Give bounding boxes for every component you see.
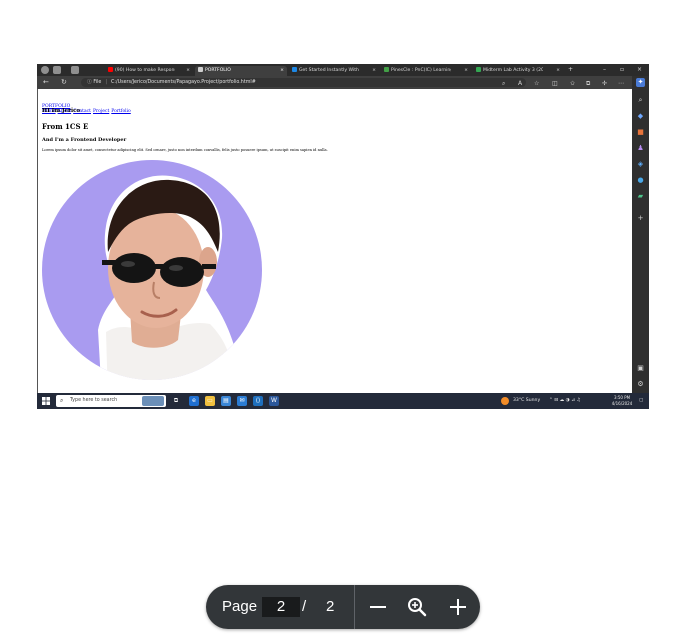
sidebar-layout-icon[interactable]: ▣	[636, 364, 645, 373]
tab-midterm[interactable]: Midterm Lab Activity 3 (20240)×	[473, 66, 563, 76]
browser-sidebar: ✦ ⌕ ◆ ■ ♟ ◈ ● ▰ + ▣ ⚙	[632, 76, 649, 393]
zoom-out-icon[interactable]	[366, 595, 390, 619]
mail-icon[interactable]: ✉	[237, 396, 247, 406]
designer-icon[interactable]: ▰	[636, 192, 645, 201]
url-field[interactable]: ⓘ File | C:/Users/Jerico/Documents/Papagay…	[81, 78, 526, 87]
windows-start-icon[interactable]	[42, 397, 50, 405]
back-icon[interactable]: ←	[43, 77, 49, 88]
settings-icon[interactable]: ⚙	[636, 380, 645, 389]
browser-screenshot: (90) How to make Responsive R× PORTFOLIO…	[37, 64, 649, 409]
pdf-page-toolbar: Page / 2	[206, 585, 480, 629]
vscode-icon[interactable]: ⟨⟩	[253, 396, 263, 406]
page-label: Page	[222, 598, 258, 615]
close-tab-icon[interactable]: ×	[280, 66, 284, 76]
file-explorer-icon[interactable]: ▭	[205, 396, 215, 406]
page-viewport: PORTFOLIO Home About Contact Project Portfol…	[37, 89, 632, 393]
profile-avatar	[42, 160, 262, 380]
tab-portfolio[interactable]: PORTFOLIO ×	[195, 66, 287, 76]
nav-link-project[interactable]: Project	[93, 109, 109, 114]
tab-strip: (90) How to make Responsive R× PORTFOLIO…	[37, 64, 649, 76]
weather-icon	[501, 397, 509, 405]
close-tab-icon[interactable]: ×	[556, 66, 560, 76]
profile-icon[interactable]	[41, 66, 49, 74]
page-icon	[198, 67, 203, 72]
tools-icon[interactable]: ■	[636, 128, 645, 137]
origin-heading: From 1CS E	[42, 122, 89, 131]
drive-icon	[476, 67, 481, 72]
youtube-icon	[108, 67, 113, 72]
close-tab-icon[interactable]: ×	[464, 66, 468, 76]
split-screen-icon[interactable]: ◫	[552, 79, 558, 88]
restore-icon[interactable]: ▫	[620, 64, 624, 76]
store-icon[interactable]: ▤	[221, 396, 231, 406]
site-icon	[292, 67, 297, 72]
nav-link-portfolio[interactable]: Portfolio	[111, 109, 130, 114]
close-tab-icon[interactable]: ×	[186, 66, 190, 76]
system-tray-icons[interactable]: ⌃ ⊟ ☁ ◑ ⊿ ♫	[549, 393, 581, 409]
more-menu-icon[interactable]: ⋯	[618, 79, 624, 88]
total-pages: 2	[326, 598, 335, 615]
tab-get-started[interactable]: Get Started Instantly With 1,000×	[289, 66, 379, 76]
notifications-icon[interactable]: ▢	[639, 393, 643, 409]
toolbar-divider	[354, 585, 355, 629]
search-highlight-icon	[142, 396, 164, 406]
school-icon	[384, 67, 389, 72]
read-aloud-icon[interactable]: A	[518, 79, 522, 88]
office-icon[interactable]: ◈	[636, 160, 645, 169]
games-icon[interactable]: ♟	[636, 144, 645, 153]
taskbar-search-box[interactable]: ⌕ Type here to search	[56, 395, 166, 407]
page-number-input[interactable]	[262, 597, 300, 617]
search-icon[interactable]: ⌕	[636, 96, 645, 105]
close-window-icon[interactable]: ×	[637, 64, 642, 76]
windows-taskbar: ⌕ Type here to search ⧉ e ▭ ▤ ✉ ⟨⟩ W 33°…	[37, 393, 649, 409]
tab-youtube[interactable]: (90) How to make Responsive R×	[105, 66, 193, 76]
favorite-star-icon[interactable]: ☆	[534, 79, 539, 88]
edge-taskbar-icon[interactable]: e	[189, 396, 199, 406]
collections-icon[interactable]	[53, 66, 61, 74]
collections-toolbar-icon[interactable]: ⧉	[586, 79, 590, 88]
info-icon: ⓘ	[87, 80, 92, 85]
minimize-icon[interactable]: –	[603, 64, 606, 76]
refresh-icon[interactable]: ↻	[61, 77, 67, 88]
role-heading: And I'm a Frontend Developer	[42, 137, 127, 143]
page-separator: /	[302, 598, 307, 615]
extensions-icon[interactable]: ✢	[602, 79, 607, 88]
url-text: C:/Users/Jerico/Documents/Papagayo.Proje…	[111, 80, 256, 85]
bio-paragraph: Lorem ipsum dolor sit amet, consectetur …	[42, 148, 328, 152]
tab-actions-icon[interactable]	[71, 66, 79, 74]
favorites-icon[interactable]: ✩	[570, 79, 575, 88]
weather-text[interactable]: 33°C Sunny	[513, 393, 540, 409]
greeting-heading: HI Im Jerico	[42, 108, 81, 114]
zoom-in-icon[interactable]	[446, 595, 470, 619]
task-view-icon[interactable]: ⧉	[171, 396, 181, 406]
taskbar-clock[interactable]: 3:50 PM 4/16/2024	[607, 395, 637, 407]
search-icon: ⌕	[60, 397, 64, 404]
add-sidebar-app-icon[interactable]: +	[636, 214, 645, 223]
outlook-icon[interactable]: ●	[636, 176, 645, 185]
zoom-fit-icon[interactable]	[405, 595, 429, 619]
zoom-icon[interactable]: ⌕	[502, 79, 505, 88]
shopping-icon[interactable]: ◆	[636, 112, 645, 121]
url-scheme-label: File	[93, 80, 102, 85]
word-icon[interactable]: W	[269, 396, 279, 406]
tab-pinescle[interactable]: PinesCle : PnC(IC) Learning Ma×	[381, 66, 471, 76]
close-tab-icon[interactable]: ×	[372, 66, 376, 76]
new-tab-icon[interactable]: +	[568, 64, 573, 76]
copilot-icon[interactable]: ✦	[636, 78, 645, 87]
